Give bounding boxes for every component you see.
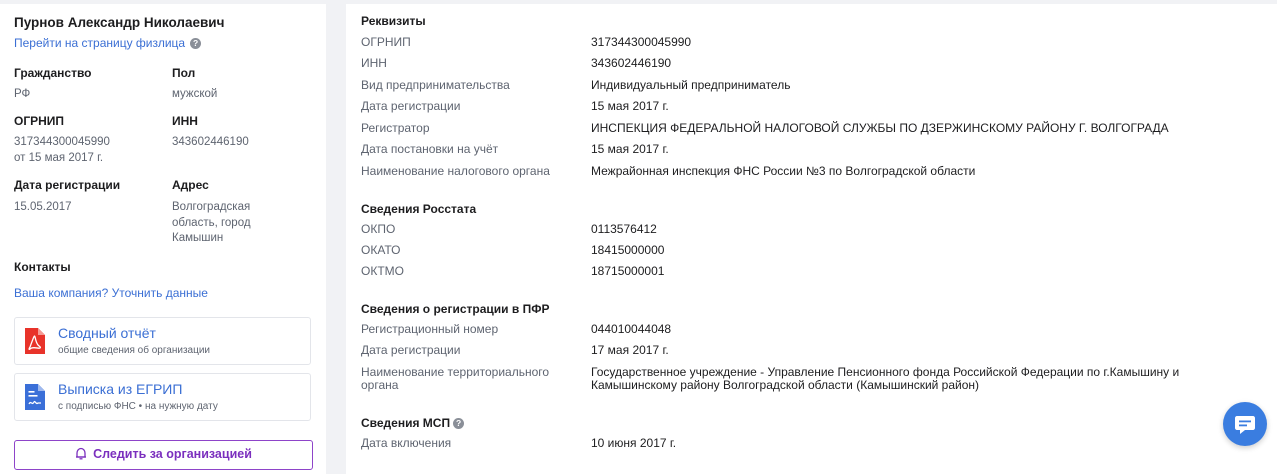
requisite-value: Межрайонная инспекция ФНС России №3 по В… <box>591 164 976 178</box>
address-value: Волгоградская область, город Камышин <box>172 200 251 247</box>
ogrnip-label: ОГРНИП <box>14 114 65 128</box>
person-page-link[interactable]: Перейти на страницу физлица <box>14 36 185 50</box>
follow-organization-button[interactable]: Следить за организацией <box>14 440 313 470</box>
contacts-link[interactable]: Ваша компания? Уточнить данные <box>14 286 208 300</box>
info-icon[interactable]: ? <box>190 37 202 49</box>
requisite-value: 15 мая 2017 г. <box>591 142 669 156</box>
requisite-key: Дата постановки на учёт <box>361 142 499 156</box>
address-line: область, город <box>172 216 251 229</box>
citizenship-value: РФ <box>14 88 31 100</box>
requisite-key: ОГРНИП <box>361 35 411 49</box>
inn-value: 343602446190 <box>172 136 249 148</box>
address-label: Адрес <box>172 178 209 192</box>
requisite-key: ИНН <box>361 56 387 70</box>
pfr-value: 17 мая 2017 г. <box>591 343 669 357</box>
requisite-value: 317344300045990 <box>591 35 692 49</box>
msp-value: 10 июня 2017 г. <box>591 436 677 450</box>
summary-report-card[interactable]: Сводный отчёт общие сведения об организа… <box>14 317 311 365</box>
rosstat-title: Сведения Росстата <box>361 202 477 216</box>
pfr-value: 044010044048 <box>591 322 672 336</box>
msp-title: Сведения МСП ? <box>361 416 465 430</box>
requisite-key: Дата регистрации <box>361 99 461 113</box>
rosstat-key: ОКПО <box>361 222 396 236</box>
pfr-key: Наименование территориального органа <box>361 366 581 392</box>
requisites-title: Реквизиты <box>361 14 426 28</box>
requisite-key: Наименование налогового органа <box>361 164 550 178</box>
rosstat-key: ОКТМО <box>361 264 404 278</box>
ogrnip-value: 317344300045990 <box>14 136 110 148</box>
address-line: Волгоградская <box>172 201 251 213</box>
msp-title-text: Сведения МСП <box>361 416 451 430</box>
contacts-label: Контакты <box>14 260 71 274</box>
info-icon[interactable]: ? <box>453 417 465 429</box>
rosstat-value: 18415000000 <box>591 243 665 257</box>
rosstat-value: 18715000001 <box>591 264 665 278</box>
pfr-key: Дата регистрации <box>361 343 461 357</box>
egrip-extract-subtitle: с подписью ФНС • на нужную дату <box>58 401 218 412</box>
msp-key: Дата включения <box>361 436 452 450</box>
address-line: Камышин <box>172 232 224 244</box>
pfr-title: Сведения о регистрации в ПФР <box>361 302 550 316</box>
pdf-icon <box>25 328 45 354</box>
egrip-extract-title: Выписка из ЕГРИП <box>58 381 183 397</box>
chat-icon <box>1235 416 1255 434</box>
chat-button[interactable] <box>1223 402 1267 446</box>
pfr-key-line: органа <box>361 378 399 392</box>
person-name: Пурнов Александр Николаевич <box>14 15 225 30</box>
details-panel <box>346 4 1277 474</box>
follow-organization-label: Следить за организацией <box>93 447 252 461</box>
rosstat-value: 0113576412 <box>591 222 657 236</box>
bell-icon <box>76 447 87 460</box>
requisite-key: Вид предпринимательства <box>361 78 510 92</box>
pfr-key: Регистрационный номер <box>361 322 499 336</box>
summary-report-subtitle: общие сведения об организации <box>58 345 211 356</box>
sex-label: Пол <box>172 66 196 80</box>
pfr-value-line: Камышинскому району Волгоградской област… <box>591 378 980 392</box>
pfr-value: Государственное учреждение - Управление … <box>591 366 1251 392</box>
document-signature-icon <box>25 384 45 410</box>
citizenship-label: Гражданство <box>14 66 92 80</box>
requisite-value: 15 мая 2017 г. <box>591 99 669 113</box>
egrip-extract-card[interactable]: Выписка из ЕГРИП с подписью ФНС • на нуж… <box>14 373 311 421</box>
requisite-key: Регистратор <box>361 121 430 135</box>
requisite-value: ИНСПЕКЦИЯ ФЕДЕРАЛЬНОЙ НАЛОГОВОЙ СЛУЖБЫ П… <box>591 121 1169 135</box>
summary-report-title: Сводный отчёт <box>58 325 156 341</box>
sex-value: мужской <box>172 88 218 100</box>
ogrnip-date: от 15 мая 2017 г. <box>14 152 104 164</box>
rosstat-key: ОКАТО <box>361 243 401 257</box>
reg-date-label: Дата регистрации <box>14 178 121 192</box>
requisite-value: Индивидуальный предприниматель <box>591 78 791 92</box>
requisite-value: 343602446190 <box>591 56 672 70</box>
reg-date-value: 15.05.2017 <box>14 201 72 213</box>
inn-label: ИНН <box>172 114 198 128</box>
